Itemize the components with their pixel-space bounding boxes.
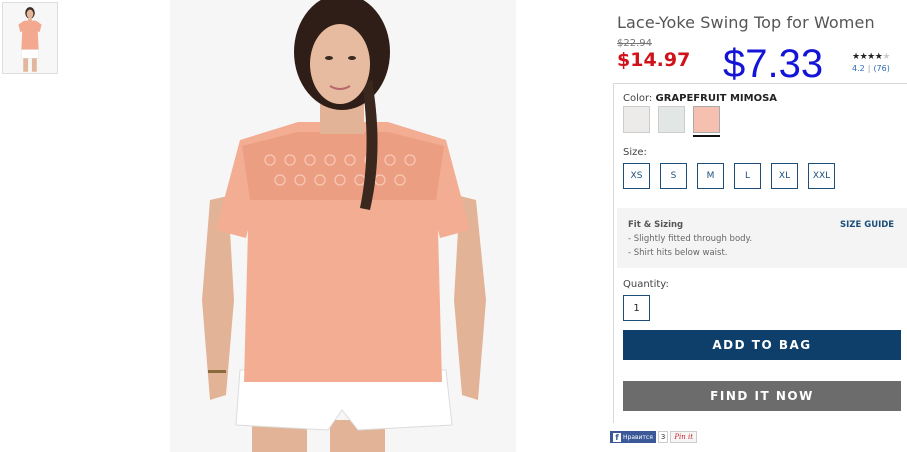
facebook-icon: f (613, 432, 621, 442)
color-label-text: Color: (623, 93, 653, 104)
social-share-bar: f Нравится 3 Pin it (610, 431, 698, 443)
fit-line-1: - Slightly fitted through body. (628, 234, 753, 244)
size-xl-button[interactable]: XL (771, 163, 798, 189)
find-it-now-button[interactable]: FIND IT NOW (623, 381, 901, 411)
pinterest-button[interactable]: Pin it (670, 431, 698, 443)
rating-count[interactable]: (76) (873, 64, 889, 73)
quantity-input[interactable] (623, 295, 650, 321)
size-l-button[interactable]: L (734, 163, 761, 189)
product-title: Lace-Yoke Swing Top for Women (617, 13, 875, 32)
size-guide-link[interactable]: SIZE GUIDE (840, 220, 894, 230)
size-m-button[interactable]: M (697, 163, 724, 189)
fit-sizing-title: Fit & Sizing (628, 220, 684, 230)
size-xs-button[interactable]: XS (623, 163, 650, 189)
model-photo (170, 0, 516, 452)
rating-stars: ★★★★★ (852, 52, 890, 62)
mint-swatch[interactable] (658, 106, 685, 133)
product-rating[interactable]: ★★★★★ 4.2 | (76) (852, 52, 890, 73)
size-s-button[interactable]: S (660, 163, 687, 189)
rating-average: 4.2 (852, 64, 865, 73)
grapefruit-mimosa-swatch[interactable] (693, 106, 720, 133)
color-label: Color: GRAPEFRUIT MIMOSA (623, 93, 777, 104)
size-label: Size: (623, 147, 647, 158)
selected-swatch-indicator (693, 135, 720, 137)
star-empty-icon: ★ (882, 52, 890, 62)
product-main-image[interactable] (170, 0, 516, 452)
star-icon: ★ (867, 52, 875, 62)
thumbnail-image (3, 3, 57, 73)
star-icon: ★ (852, 52, 860, 62)
original-price: $22.94 (617, 38, 652, 49)
product-thumbnail[interactable] (2, 2, 58, 74)
quantity-label: Quantity: (623, 279, 669, 290)
fit-line-2: - Shirt hits below waist. (628, 248, 728, 258)
selected-color-name: GRAPEFRUIT MIMOSA (655, 93, 778, 104)
facebook-like-label: Нравится (623, 433, 653, 441)
size-xxl-button[interactable]: XXL (808, 163, 835, 189)
facebook-like-button[interactable]: f Нравится (610, 431, 656, 443)
white-swatch[interactable] (623, 106, 650, 133)
like-count: 3 (657, 431, 669, 443)
overlay-price: $7.33 (723, 42, 824, 86)
add-to-bag-button[interactable]: ADD TO BAG (623, 330, 901, 360)
sale-price: $14.97 (617, 49, 691, 71)
rating-separator: | (867, 64, 871, 73)
